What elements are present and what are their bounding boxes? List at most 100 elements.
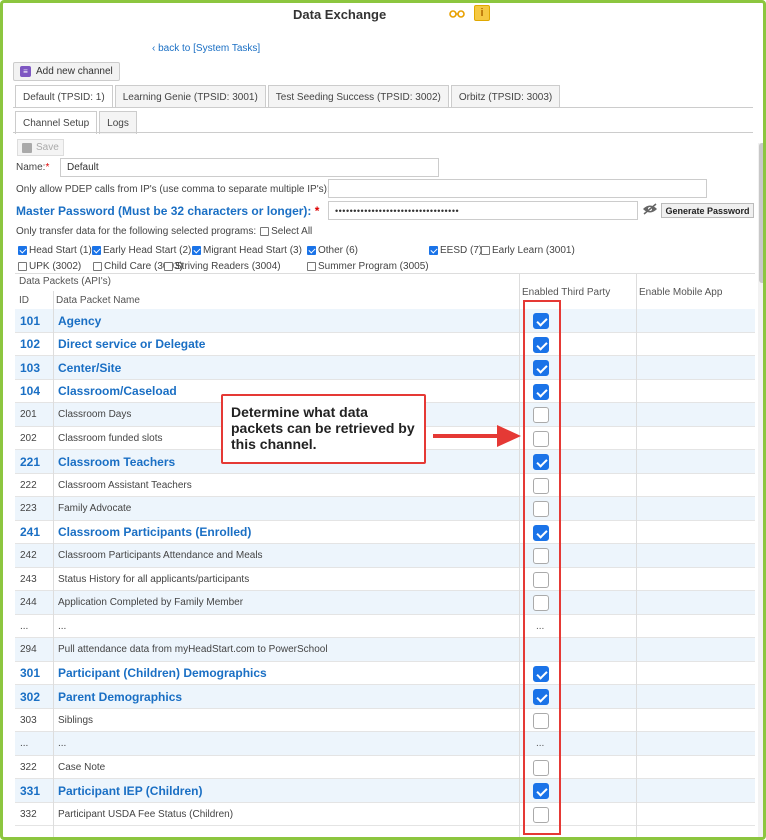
row-id: 221 <box>20 454 41 469</box>
program-striving-readers[interactable]: Striving Readers (3004) <box>164 261 281 272</box>
tab-channel-learning-genie[interactable]: Learning Genie (TPSID: 3001) <box>114 85 266 108</box>
master-password-input[interactable]: •••••••••••••••••••••••••••••••••• <box>328 201 638 220</box>
table-row[interactable]: 302 Parent Demographics <box>15 685 755 709</box>
tab-channel-setup[interactable]: Channel Setup <box>15 111 98 134</box>
program-upk[interactable]: UPK (3002) <box>18 261 81 272</box>
checkbox[interactable] <box>307 262 316 271</box>
glasses-icon[interactable] <box>449 5 465 21</box>
table-row[interactable]: 301 Participant (Children) Demographics <box>15 662 755 685</box>
table-row[interactable]: ......... <box>15 732 755 756</box>
row-id: 322 <box>20 761 37 773</box>
page-title: Data Exchange <box>293 7 387 22</box>
checkbox[interactable] <box>429 246 438 255</box>
row-name: Siblings <box>58 714 94 726</box>
add-channel-label: Add new channel <box>36 66 113 77</box>
row-name: Classroom Participants (Enrolled) <box>58 525 252 539</box>
tab-channel-test-seeding[interactable]: Test Seeding Success (TPSID: 3002) <box>267 85 449 108</box>
app-frame: Data Exchange i ‹ back to [System Tasks]… <box>0 0 766 840</box>
divider <box>13 107 753 108</box>
program-label: Striving Readers (3004) <box>175 261 281 272</box>
table-row[interactable]: 322 Case Note <box>15 756 755 779</box>
row-id: 103 <box>20 360 41 375</box>
checkbox[interactable] <box>18 262 27 271</box>
table-row[interactable]: 244 Application Completed by Family Membe… <box>15 591 755 615</box>
save-button[interactable]: Save <box>17 139 64 156</box>
column-header-id[interactable]: ID <box>19 295 29 306</box>
row-name: Case Note <box>58 761 106 773</box>
select-all-checkbox[interactable] <box>260 227 270 236</box>
row-name: Classroom funded slots <box>58 432 163 444</box>
table-row[interactable]: 102 Direct service or Delegate <box>15 333 755 356</box>
table-row[interactable]: 303 Siblings <box>15 709 755 732</box>
row-name: Pull attendance data from myHeadStart.co… <box>58 644 328 655</box>
row-id: 222 <box>20 479 37 491</box>
program-label: Head Start (1) <box>29 245 92 256</box>
generate-password-button[interactable]: Generate Password <box>661 203 754 218</box>
table-row[interactable]: 294 Pull attendance data from myHeadStart… <box>15 638 755 662</box>
program-label: UPK (3002) <box>29 261 82 272</box>
row-name: Participant IEP (Children) <box>58 783 203 798</box>
transfer-row: Only transfer data for the following sel… <box>16 226 312 237</box>
program-early-learn[interactable]: Early Learn (3001) <box>481 245 575 256</box>
tab-logs[interactable]: Logs <box>99 111 137 134</box>
column-header-mobile[interactable]: Enable Mobile App <box>639 287 722 298</box>
program-early-head-start[interactable]: Early Head Start (2) <box>92 245 191 256</box>
row-name: Center/Site <box>58 360 122 375</box>
back-link-label: back to [System Tasks] <box>158 43 261 54</box>
table-row[interactable]: 103 Center/Site <box>15 356 755 380</box>
row-id: 241 <box>20 525 41 539</box>
checkbox[interactable] <box>93 262 102 271</box>
checkbox[interactable] <box>92 246 101 255</box>
table-row[interactable]: 241 Classroom Participants (Enrolled) <box>15 521 755 544</box>
table-row[interactable]: 332 Participant USDA Fee Status (Children… <box>15 803 755 826</box>
sub-tabs: Channel Setup Logs <box>15 111 139 134</box>
row-name: Classroom Days <box>58 409 132 420</box>
tab-channel-default[interactable]: Default (TPSID: 1) <box>15 85 113 108</box>
checkbox[interactable] <box>192 246 201 255</box>
master-password-label: Master Password (Must be 32 characters o… <box>16 204 320 218</box>
row-id: 102 <box>20 337 41 351</box>
row-id: 301 <box>20 666 41 680</box>
row-id: 223 <box>20 503 37 514</box>
program-migrant-head-start[interactable]: Migrant Head Start (3) <box>192 245 302 256</box>
row-id: 332 <box>20 808 37 820</box>
grid-rows: 101 Agency 102 Direct service or Delegate 10… <box>15 309 755 826</box>
add-channel-button[interactable]: ≡ Add new channel <box>13 62 120 81</box>
column-header-name[interactable]: Data Packet Name <box>56 295 140 306</box>
callout-box: Determine what data packets can be retri… <box>221 394 426 464</box>
program-label: Early Head Start (2) <box>103 245 192 256</box>
program-summer-program[interactable]: Summer Program (3005) <box>307 261 429 272</box>
grid-section-label: Data Packets (API's) <box>19 276 111 287</box>
table-row[interactable]: 222 Classroom Assistant Teachers <box>15 474 755 497</box>
table-row[interactable]: 331 Participant IEP (Children) <box>15 779 755 803</box>
table-row[interactable]: 101 Agency <box>15 309 755 333</box>
scrollbar-thumb[interactable] <box>759 143 763 283</box>
checkbox[interactable] <box>307 246 316 255</box>
tab-channel-orbitz[interactable]: Orbitz (TPSID: 3003) <box>450 85 561 108</box>
table-row[interactable]: 223 Family Advocate <box>15 497 755 521</box>
checkbox[interactable] <box>18 246 27 255</box>
eye-slash-icon[interactable] <box>642 203 658 217</box>
row-id: ... <box>20 738 29 749</box>
name-label-text: Name: <box>16 162 46 173</box>
save-label: Save <box>36 142 59 153</box>
row-id: 294 <box>20 644 37 655</box>
row-id: 302 <box>20 689 41 704</box>
info-icon[interactable]: i <box>474 5 490 21</box>
program-head-start[interactable]: Head Start (1) <box>18 245 92 256</box>
program-eesd[interactable]: EESD (7) <box>429 245 482 256</box>
name-input[interactable]: Default <box>60 158 439 177</box>
divider <box>13 132 753 133</box>
table-row[interactable]: ......... <box>15 615 755 638</box>
table-row[interactable]: 242 Classroom Participants Attendance and… <box>15 544 755 568</box>
checkbox[interactable] <box>164 262 173 271</box>
program-label: Summer Program (3005) <box>318 261 429 272</box>
scrollbar[interactable] <box>758 143 763 837</box>
checkbox[interactable] <box>481 246 490 255</box>
ip-input[interactable] <box>328 179 707 198</box>
table-row[interactable]: 243 Status History for all applicants/par… <box>15 568 755 591</box>
program-other[interactable]: Other (6) <box>307 245 358 256</box>
column-header-third-party[interactable]: Enabled Third Party <box>522 287 610 298</box>
back-link[interactable]: ‹ back to [System Tasks] <box>152 43 260 54</box>
row-name: Parent Demographics <box>58 689 183 704</box>
